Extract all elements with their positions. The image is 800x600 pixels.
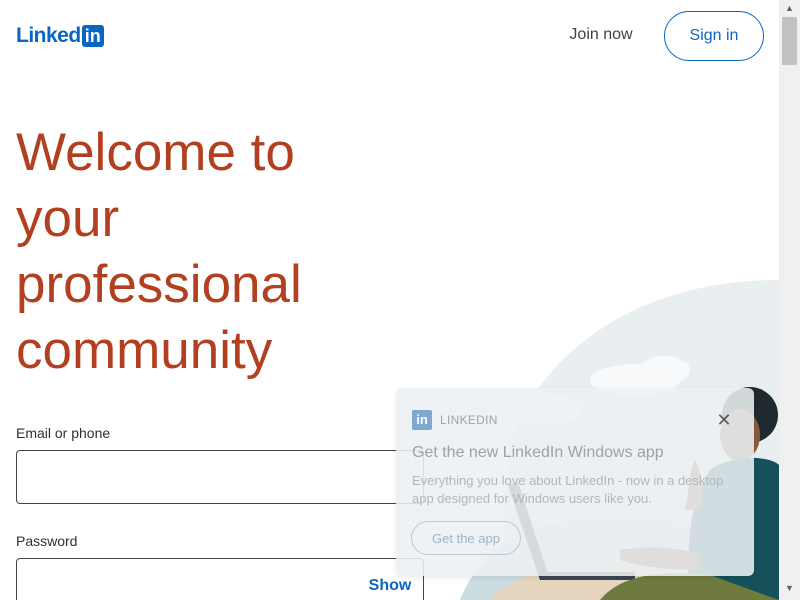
notification-body: Everything you love about LinkedIn - now… — [412, 473, 724, 506]
cloud — [640, 356, 690, 384]
page: Linked in Join now Sign in Welcome to yo… — [0, 0, 779, 600]
headline-line: your — [16, 189, 120, 248]
headline-line: professional — [16, 255, 302, 314]
scroll-thumb[interactable] — [782, 17, 797, 65]
email-label: Email or phone — [16, 425, 111, 441]
show-password-button[interactable]: Show — [360, 574, 420, 598]
linkedin-logo[interactable]: Linked in — [16, 24, 104, 48]
linkedin-app-icon: in — [412, 410, 432, 430]
page-headline: Welcome to your professional community — [16, 120, 396, 384]
scroll-up-icon[interactable]: ▲ — [779, 0, 800, 17]
password-label: Password — [16, 533, 78, 549]
app-promo-notification[interactable]: in LINKEDIN ✕ Get the new LinkedIn Windo… — [396, 388, 754, 576]
vertical-scrollbar[interactable]: ▲ ▼ — [779, 0, 800, 600]
sign-in-button[interactable]: Sign in — [664, 11, 764, 61]
headline-line: Welcome to — [16, 123, 295, 182]
get-the-app-button[interactable]: Get the app — [411, 521, 521, 555]
headline-line: community — [16, 321, 273, 380]
join-now-link[interactable]: Join now — [556, 18, 646, 52]
email-field[interactable] — [16, 450, 424, 504]
notification-app-name: LINKEDIN — [440, 413, 498, 427]
logo-in-box: in — [81, 25, 104, 47]
notification-title: Get the new LinkedIn Windows app — [412, 444, 664, 461]
scroll-down-icon[interactable]: ▼ — [779, 580, 800, 597]
close-icon[interactable]: ✕ — [714, 410, 734, 430]
logo-wordmark: Linked — [16, 24, 81, 47]
